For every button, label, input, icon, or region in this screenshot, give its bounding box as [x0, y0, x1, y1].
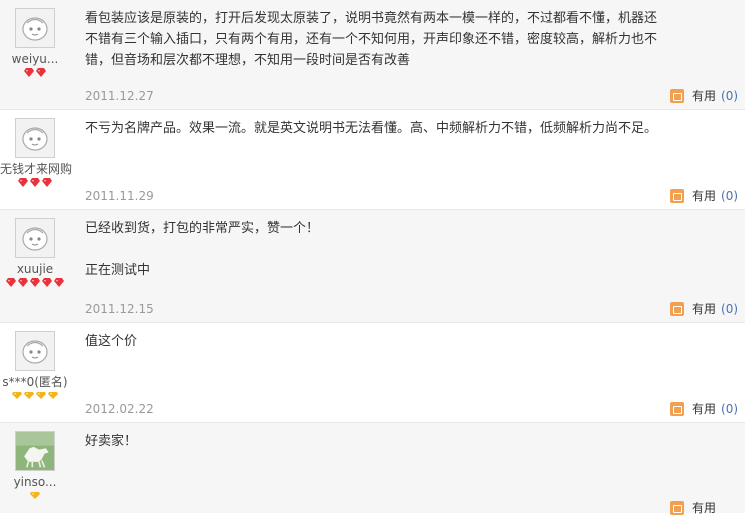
user-level-badge — [0, 178, 70, 190]
user-level-badge — [0, 491, 70, 503]
username[interactable]: weiyu... — [0, 52, 70, 66]
review-item: xuujie 已经收到货，打包的非常严实，赞一个！ 正在测试中 2011.12.… — [0, 210, 745, 323]
review-item: 无钱才来网购 不亏为名牌产品。效果一流。就是英文说明书无法看懂。高、中频解析力不… — [0, 110, 745, 210]
thumbs-up-icon[interactable] — [670, 89, 684, 103]
review-date: 2011.11.29 — [85, 189, 154, 203]
review-date: 2011.12.27 — [85, 89, 154, 103]
review-item: s***0(匿名) 值这个价 2012.02.22 有用 (0) — [0, 323, 745, 423]
review-text: 好卖家！ — [85, 434, 138, 449]
review-list: weiyu... 看包装应该是原装的，打开后发现太原装了，说明书竟然有两本一模一… — [0, 0, 745, 515]
thumbs-up-icon[interactable] — [670, 402, 684, 416]
review-date: 2012.02.22 — [85, 402, 154, 416]
yellow-heart-icon — [12, 392, 22, 399]
review-date: 2011.12.15 — [85, 302, 154, 316]
red-diamond-icon — [30, 178, 40, 187]
useful-vote[interactable]: 有用 (0) — [670, 89, 738, 103]
avatar[interactable] — [15, 8, 55, 48]
thumbs-up-icon[interactable] — [670, 189, 684, 203]
avatar[interactable] — [15, 218, 55, 258]
user-level-badge — [0, 391, 70, 403]
review-text: 不亏为名牌产品。效果一流。就是英文说明书无法看懂。高、中频解析力不错，低频解析力… — [85, 121, 658, 136]
default-face-icon — [22, 17, 48, 41]
default-face-icon — [22, 340, 48, 364]
useful-vote[interactable]: 有用 (0) — [670, 189, 738, 203]
thumbs-up-icon[interactable] — [670, 501, 684, 515]
review-author: weiyu... — [0, 8, 70, 80]
user-level-badge — [0, 278, 70, 290]
red-diamond-icon — [36, 68, 46, 77]
red-diamond-icon — [30, 278, 40, 287]
review-item: yinso... 好卖家！ 有用 — [0, 423, 745, 515]
red-diamond-icon — [18, 178, 28, 187]
username[interactable]: s***0(匿名) — [0, 375, 70, 389]
useful-label[interactable]: 有用 — [692, 189, 716, 203]
horse-photo-icon — [16, 432, 54, 470]
red-diamond-icon — [42, 278, 52, 287]
review-author: 无钱才来网购 — [0, 118, 72, 190]
avatar[interactable] — [15, 118, 55, 158]
user-level-badge — [0, 68, 70, 80]
review-text: 已经收到货，打包的非常严实，赞一个！ 正在测试中 — [85, 221, 320, 278]
red-diamond-icon — [18, 278, 28, 287]
useful-count: (0) — [721, 302, 739, 316]
yellow-heart-icon — [24, 392, 34, 399]
useful-count: (0) — [721, 189, 739, 203]
red-diamond-icon — [6, 278, 16, 287]
username[interactable]: 无钱才来网购 — [0, 162, 72, 176]
useful-count: (0) — [721, 402, 739, 416]
useful-vote[interactable]: 有用 (0) — [670, 302, 738, 316]
review-item: weiyu... 看包装应该是原装的，打开后发现太原装了，说明书竟然有两本一模一… — [0, 0, 745, 110]
useful-label[interactable]: 有用 — [692, 402, 716, 416]
useful-vote[interactable]: 有用 (0) — [670, 402, 738, 416]
review-text: 值这个价 — [85, 334, 138, 349]
review-author: yinso... — [0, 431, 70, 503]
useful-label[interactable]: 有用 — [692, 89, 716, 103]
red-diamond-icon — [54, 278, 64, 287]
useful-label[interactable]: 有用 — [692, 302, 716, 316]
thumbs-up-icon[interactable] — [670, 302, 684, 316]
red-diamond-icon — [42, 178, 52, 187]
default-face-icon — [22, 227, 48, 251]
useful-label[interactable]: 有用 — [692, 501, 716, 515]
avatar[interactable] — [15, 431, 55, 471]
useful-count: (0) — [721, 89, 739, 103]
default-face-icon — [22, 127, 48, 151]
red-diamond-icon — [24, 68, 34, 77]
review-text: 看包装应该是原装的，打开后发现太原装了，说明书竟然有两本一模一样的，不过都看不懂… — [85, 11, 658, 68]
yellow-heart-icon — [36, 392, 46, 399]
avatar[interactable] — [15, 331, 55, 371]
review-author: s***0(匿名) — [0, 331, 70, 403]
useful-vote[interactable]: 有用 — [670, 501, 716, 515]
username[interactable]: yinso... — [0, 475, 70, 489]
yellow-heart-icon — [48, 392, 58, 399]
review-author: xuujie — [0, 218, 70, 290]
username[interactable]: xuujie — [0, 262, 70, 276]
yellow-heart-icon — [30, 492, 40, 499]
